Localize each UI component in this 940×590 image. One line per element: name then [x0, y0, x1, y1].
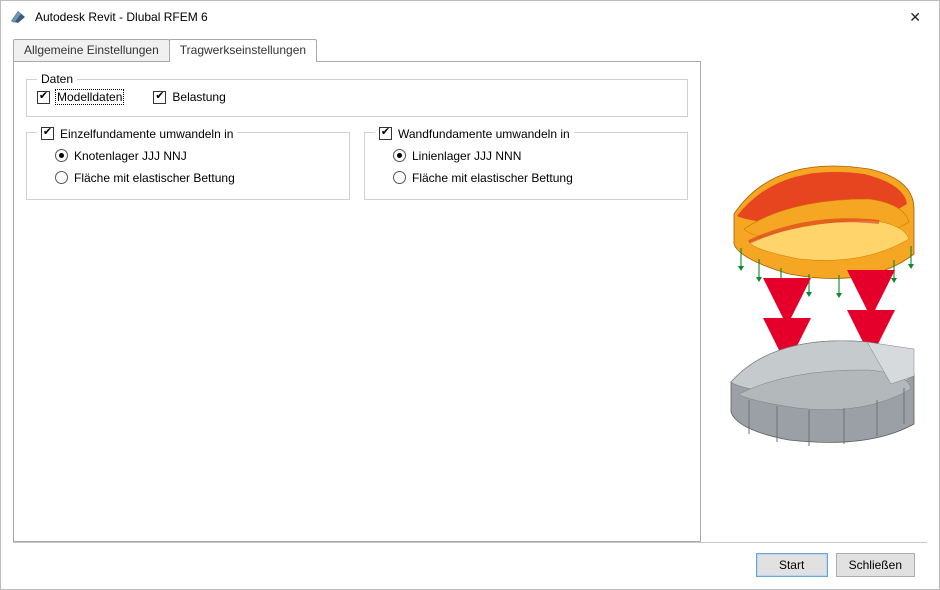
app-icon [9, 8, 27, 26]
checkmark-icon: ✔ [379, 127, 392, 140]
start-button[interactable]: Start [756, 553, 828, 577]
analysis-model-colored [734, 166, 914, 298]
radio-icon [55, 171, 68, 184]
checkmark-icon: ✔ [41, 127, 54, 140]
window-title: Autodesk Revit - Dlubal RFEM 6 [35, 10, 208, 24]
close-button[interactable]: Schließen [836, 553, 915, 577]
radio-label: Linienlager JJJ NNN [412, 149, 521, 163]
group-data: Daten ✔ Modelldaten ✔ Belastung [26, 72, 688, 117]
bidirectional-arrows-icon [787, 294, 871, 342]
checkbox-label: Belastung [172, 90, 225, 104]
revit-model-grey [731, 341, 914, 446]
dialog-window: Autodesk Revit - Dlubal RFEM 6 ✕ Allgeme… [0, 0, 940, 590]
radio-icon [393, 171, 406, 184]
radio-elastic-surface-wall[interactable]: Fläche mit elastischer Bettung [393, 171, 677, 185]
radio-icon [393, 149, 406, 162]
group-wall-foundations: ✔ Wandfundamente umwandeln in Linienlage… [364, 125, 688, 200]
group-legend-label: Wandfundamente umwandeln in [398, 127, 570, 141]
radio-elastic-surface[interactable]: Fläche mit elastischer Bettung [55, 171, 339, 185]
tab-page-structural: Daten ✔ Modelldaten ✔ Belastung [13, 61, 701, 542]
content-area: Allgemeine Einstellungen Tragwerkseinste… [1, 33, 939, 542]
checkbox-label: Modelldaten [56, 90, 123, 104]
button-label: Start [779, 558, 804, 572]
tab-strip: Allgemeine Einstellungen Tragwerkseinste… [13, 39, 701, 61]
checkbox-loading[interactable]: ✔ Belastung [153, 90, 225, 104]
checkbox-wall-foundations[interactable]: ✔ Wandfundamente umwandeln in [379, 127, 570, 141]
tab-label: Tragwerkseinstellungen [180, 43, 306, 57]
titlebar: Autodesk Revit - Dlubal RFEM 6 ✕ [1, 1, 939, 33]
tab-general[interactable]: Allgemeine Einstellungen [13, 39, 170, 61]
radio-line-support[interactable]: Linienlager JJJ NNN [393, 149, 677, 163]
checkbox-model-data[interactable]: ✔ Modelldaten [37, 90, 123, 104]
button-label: Schließen [849, 558, 902, 572]
illustration-panel [711, 39, 927, 542]
close-icon[interactable]: ✕ [901, 7, 929, 28]
dialog-footer: Start Schließen [13, 542, 927, 589]
radio-label: Fläche mit elastischer Bettung [74, 171, 235, 185]
tab-structural[interactable]: Tragwerkseinstellungen [169, 39, 317, 62]
tab-label: Allgemeine Einstellungen [24, 43, 159, 57]
radio-label: Fläche mit elastischer Bettung [412, 171, 573, 185]
group-legend-label: Einzelfundamente umwandeln in [60, 127, 233, 141]
sync-illustration-icon [719, 144, 919, 454]
group-legend: Daten [37, 72, 77, 86]
group-single-foundations: ✔ Einzelfundamente umwandeln in Knotenla… [26, 125, 350, 200]
checkmark-icon: ✔ [153, 91, 166, 104]
checkbox-single-foundations[interactable]: ✔ Einzelfundamente umwandeln in [41, 127, 233, 141]
radio-icon [55, 149, 68, 162]
radio-nodal-support[interactable]: Knotenlager JJJ NNJ [55, 149, 339, 163]
tabs-panel: Allgemeine Einstellungen Tragwerkseinste… [13, 39, 701, 542]
radio-label: Knotenlager JJJ NNJ [74, 149, 187, 163]
checkmark-icon: ✔ [37, 91, 50, 104]
